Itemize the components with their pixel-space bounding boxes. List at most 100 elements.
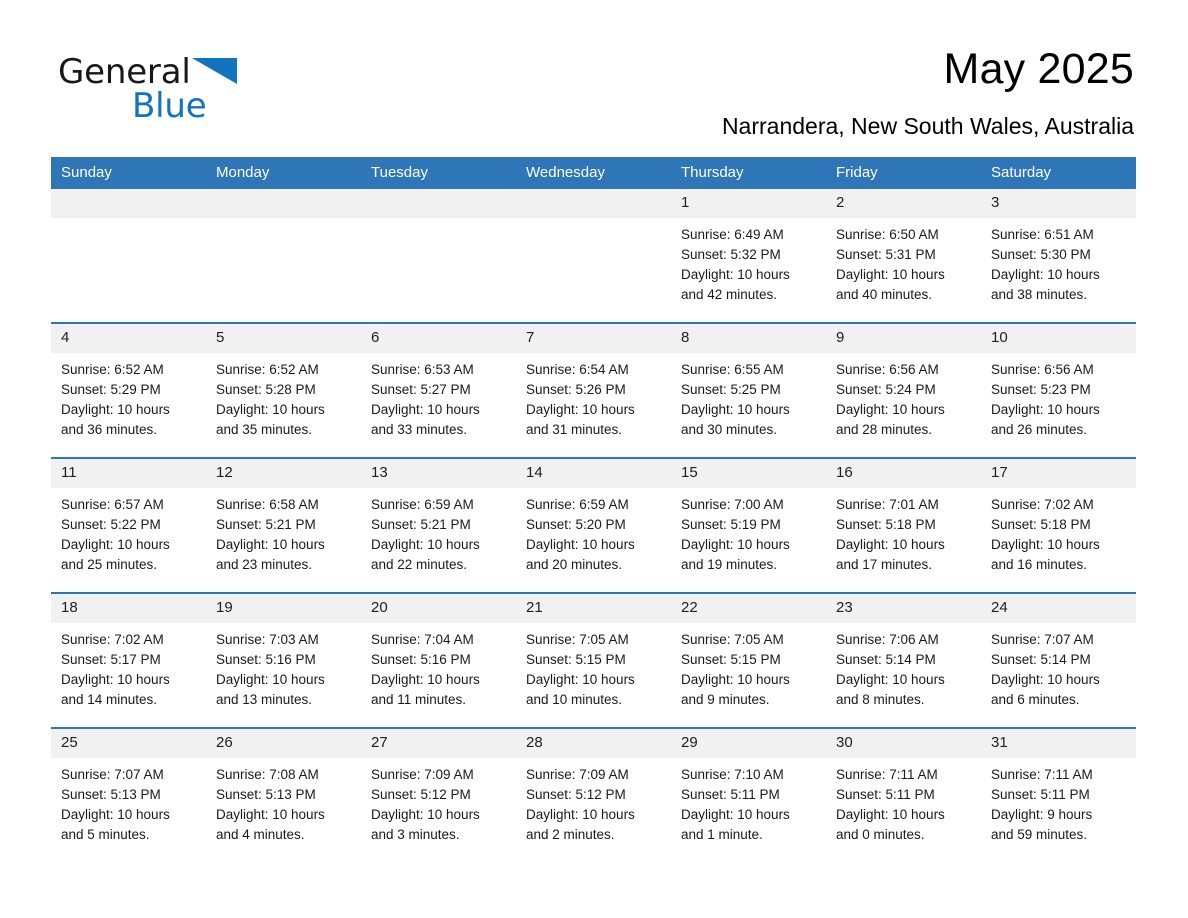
generalblue-logo[interactable]: General Blue	[58, 52, 288, 130]
daylight-duration-line1: Daylight: 10 hours	[836, 267, 945, 282]
calendar-day-cell[interactable]: 4 Sunrise: 6:52 AM Sunset: 5:29 PM Daylight…	[51, 322, 206, 458]
calendar-day-cell[interactable]: 29 Sunrise: 7:10 AM Sunset: 5:11 PM Dayligh…	[671, 727, 826, 862]
calendar-day-cell[interactable]: 26 Sunrise: 7:08 AM Sunset: 5:13 PM Dayligh…	[206, 727, 361, 862]
day-number: 13	[361, 459, 516, 488]
daylight-duration-line2: and 17 minutes.	[836, 557, 933, 572]
day-sun-info: Sunrise: 6:52 AM Sunset: 5:29 PM Daylight:…	[51, 353, 206, 440]
sunset-time: Sunset: 5:31 PM	[836, 247, 936, 262]
calendar-day-cell[interactable]: 2 Sunrise: 6:50 AM Sunset: 5:31 PM Daylight…	[826, 189, 981, 323]
sunset-time: Sunset: 5:22 PM	[61, 517, 161, 532]
calendar-day-cell[interactable]: 28 Sunrise: 7:09 AM Sunset: 5:12 PM Dayligh…	[516, 727, 671, 862]
sunset-time: Sunset: 5:12 PM	[371, 787, 471, 802]
calendar-day-cell[interactable]: 24 Sunrise: 7:07 AM Sunset: 5:14 PM Dayligh…	[981, 592, 1136, 728]
calendar-day-cell[interactable]: 16 Sunrise: 7:01 AM Sunset: 5:18 PM Dayligh…	[826, 457, 981, 593]
sunrise-time: Sunrise: 7:07 AM	[991, 632, 1094, 647]
calendar-day-cell[interactable]: 8 Sunrise: 6:55 AM Sunset: 5:25 PM Daylight…	[671, 322, 826, 458]
calendar-day-cell[interactable]: 17 Sunrise: 7:02 AM Sunset: 5:18 PM Dayligh…	[981, 457, 1136, 593]
daylight-duration-line1: Daylight: 10 hours	[991, 402, 1100, 417]
day-number: 11	[51, 459, 206, 488]
calendar-day-cell[interactable]: 21 Sunrise: 7:05 AM Sunset: 5:15 PM Dayligh…	[516, 592, 671, 728]
sunrise-time: Sunrise: 6:52 AM	[61, 362, 164, 377]
calendar-day-cell[interactable]: 27 Sunrise: 7:09 AM Sunset: 5:12 PM Dayligh…	[361, 727, 516, 862]
calendar-day-cell[interactable]: 3 Sunrise: 6:51 AM Sunset: 5:30 PM Daylight…	[981, 189, 1136, 323]
calendar-day-cell[interactable]: 11 Sunrise: 6:57 AM Sunset: 5:22 PM Dayligh…	[51, 457, 206, 593]
weekday-header-friday: Friday	[826, 157, 981, 189]
sunrise-time: Sunrise: 6:56 AM	[836, 362, 939, 377]
sunrise-time: Sunrise: 7:10 AM	[681, 767, 784, 782]
calendar-day-cell[interactable]: 30 Sunrise: 7:11 AM Sunset: 5:11 PM Dayligh…	[826, 727, 981, 862]
day-sun-info: Sunrise: 6:51 AM Sunset: 5:30 PM Daylight:…	[981, 218, 1136, 305]
daylight-duration-line2: and 40 minutes.	[836, 287, 933, 302]
sunrise-time: Sunrise: 6:54 AM	[526, 362, 629, 377]
day-number: 8	[671, 324, 826, 353]
daylight-duration-line1: Daylight: 10 hours	[216, 807, 325, 822]
day-sun-info: Sunrise: 7:09 AM Sunset: 5:12 PM Daylight:…	[361, 758, 516, 845]
calendar-day-cell[interactable]: 7 Sunrise: 6:54 AM Sunset: 5:26 PM Daylight…	[516, 322, 671, 458]
day-sun-info: Sunrise: 6:49 AM Sunset: 5:32 PM Daylight:…	[671, 218, 826, 305]
calendar-day-cell[interactable]: 13 Sunrise: 6:59 AM Sunset: 5:21 PM Dayligh…	[361, 457, 516, 593]
calendar-day-cell[interactable]: 23 Sunrise: 7:06 AM Sunset: 5:14 PM Dayligh…	[826, 592, 981, 728]
daylight-duration-line2: and 20 minutes.	[526, 557, 623, 572]
calendar-day-cell[interactable]: 5 Sunrise: 6:52 AM Sunset: 5:28 PM Daylight…	[206, 322, 361, 458]
sunrise-time: Sunrise: 7:07 AM	[61, 767, 164, 782]
daylight-duration-line1: Daylight: 10 hours	[526, 672, 635, 687]
day-number: 18	[51, 594, 206, 623]
day-sun-info: Sunrise: 6:58 AM Sunset: 5:21 PM Daylight:…	[206, 488, 361, 575]
day-number: 15	[671, 459, 826, 488]
sunrise-time: Sunrise: 7:03 AM	[216, 632, 319, 647]
daylight-duration-line1: Daylight: 10 hours	[991, 672, 1100, 687]
daylight-duration-line1: Daylight: 10 hours	[216, 402, 325, 417]
sunset-time: Sunset: 5:11 PM	[681, 787, 780, 802]
calendar-week-row: 11 Sunrise: 6:57 AM Sunset: 5:22 PM Dayligh…	[51, 457, 1136, 593]
day-number: 25	[51, 729, 206, 758]
sunrise-time: Sunrise: 7:11 AM	[836, 767, 938, 782]
sunrise-time: Sunrise: 7:11 AM	[991, 767, 1093, 782]
daylight-duration-line1: Daylight: 10 hours	[991, 537, 1100, 552]
calendar-day-cell[interactable]: 12 Sunrise: 6:58 AM Sunset: 5:21 PM Dayligh…	[206, 457, 361, 593]
day-sun-info: Sunrise: 6:56 AM Sunset: 5:23 PM Daylight:…	[981, 353, 1136, 440]
sunset-time: Sunset: 5:13 PM	[216, 787, 316, 802]
day-sun-info: Sunrise: 7:05 AM Sunset: 5:15 PM Daylight:…	[516, 623, 671, 710]
location-subtitle: Narrandera, New South Wales, Australia	[721, 113, 1134, 139]
calendar-empty-cell	[516, 189, 671, 323]
daylight-duration-line1: Daylight: 10 hours	[61, 402, 170, 417]
daylight-duration-line1: Daylight: 10 hours	[526, 402, 635, 417]
daylight-duration-line2: and 2 minutes.	[526, 827, 615, 842]
sunrise-time: Sunrise: 6:49 AM	[681, 227, 784, 242]
day-number: 4	[51, 324, 206, 353]
daylight-duration-line1: Daylight: 10 hours	[371, 537, 480, 552]
daylight-duration-line2: and 4 minutes.	[216, 827, 305, 842]
sunset-time: Sunset: 5:18 PM	[991, 517, 1091, 532]
calendar-day-cell[interactable]: 19 Sunrise: 7:03 AM Sunset: 5:16 PM Dayligh…	[206, 592, 361, 728]
calendar-day-cell[interactable]: 31 Sunrise: 7:11 AM Sunset: 5:11 PM Dayligh…	[981, 727, 1136, 862]
calendar-day-cell[interactable]: 20 Sunrise: 7:04 AM Sunset: 5:16 PM Dayligh…	[361, 592, 516, 728]
day-number	[206, 189, 361, 218]
day-number: 7	[516, 324, 671, 353]
day-sun-info: Sunrise: 7:02 AM Sunset: 5:17 PM Daylight:…	[51, 623, 206, 710]
calendar-day-cell[interactable]: 15 Sunrise: 7:00 AM Sunset: 5:19 PM Dayligh…	[671, 457, 826, 593]
day-number: 22	[671, 594, 826, 623]
calendar-day-cell[interactable]: 14 Sunrise: 6:59 AM Sunset: 5:20 PM Dayligh…	[516, 457, 671, 593]
calendar-day-cell[interactable]: 1 Sunrise: 6:49 AM Sunset: 5:32 PM Daylight…	[671, 189, 826, 323]
sunset-time: Sunset: 5:27 PM	[371, 382, 471, 397]
day-sun-info: Sunrise: 7:09 AM Sunset: 5:12 PM Daylight:…	[516, 758, 671, 845]
day-sun-info: Sunrise: 7:11 AM Sunset: 5:11 PM Daylight:…	[826, 758, 981, 845]
calendar-day-cell[interactable]: 25 Sunrise: 7:07 AM Sunset: 5:13 PM Dayligh…	[51, 727, 206, 862]
day-number: 10	[981, 324, 1136, 353]
day-number: 3	[981, 189, 1136, 218]
daylight-duration-line1: Daylight: 10 hours	[681, 807, 790, 822]
calendar-day-cell[interactable]: 18 Sunrise: 7:02 AM Sunset: 5:17 PM Dayligh…	[51, 592, 206, 728]
sunset-time: Sunset: 5:21 PM	[216, 517, 316, 532]
weekday-header-monday: Monday	[206, 157, 361, 189]
day-sun-info: Sunrise: 7:10 AM Sunset: 5:11 PM Daylight:…	[671, 758, 826, 845]
day-sun-info: Sunrise: 7:02 AM Sunset: 5:18 PM Daylight:…	[981, 488, 1136, 575]
day-sun-info: Sunrise: 7:07 AM Sunset: 5:13 PM Daylight:…	[51, 758, 206, 845]
calendar-day-cell[interactable]: 22 Sunrise: 7:05 AM Sunset: 5:15 PM Dayligh…	[671, 592, 826, 728]
daylight-duration-line2: and 0 minutes.	[836, 827, 925, 842]
day-sun-info: Sunrise: 7:03 AM Sunset: 5:16 PM Daylight:…	[206, 623, 361, 710]
day-sun-info: Sunrise: 7:11 AM Sunset: 5:11 PM Daylight:…	[981, 758, 1136, 845]
calendar-day-cell[interactable]: 6 Sunrise: 6:53 AM Sunset: 5:27 PM Daylight…	[361, 322, 516, 458]
calendar-day-cell[interactable]: 9 Sunrise: 6:56 AM Sunset: 5:24 PM Daylight…	[826, 322, 981, 458]
day-sun-info: Sunrise: 6:54 AM Sunset: 5:26 PM Daylight:…	[516, 353, 671, 440]
calendar-day-cell[interactable]: 10 Sunrise: 6:56 AM Sunset: 5:23 PM Dayligh…	[981, 322, 1136, 458]
